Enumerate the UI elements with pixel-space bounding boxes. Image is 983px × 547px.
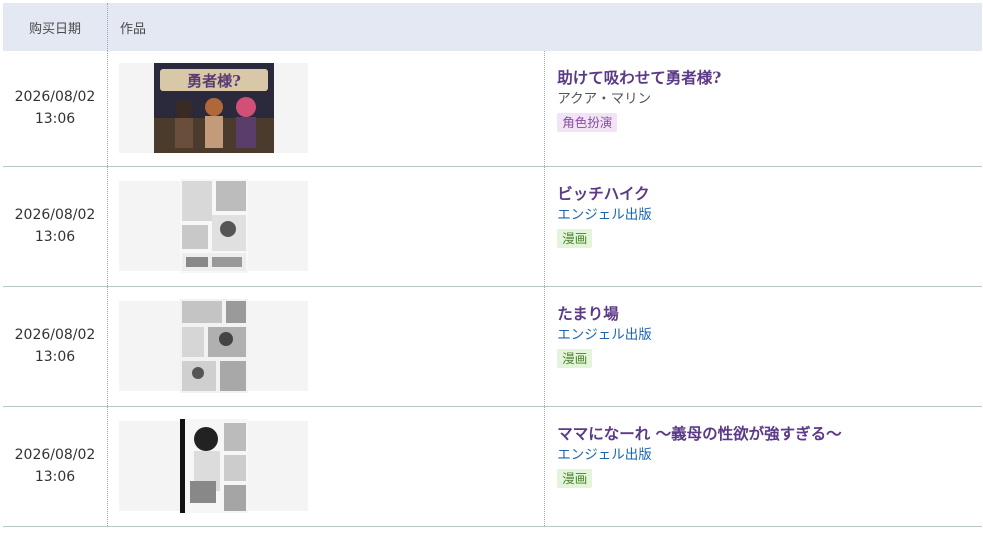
- genre-tag: 漫画: [557, 468, 593, 488]
- work-title-link[interactable]: たまり場: [557, 303, 982, 325]
- purchase-time: 13:06: [34, 111, 76, 128]
- purchase-date: 2026/08/02: [14, 447, 96, 463]
- work-info: 助けて吸わせて勇者様? アクア・マリン 角色扮演: [545, 51, 982, 166]
- table-header: 购买日期 作品: [3, 3, 982, 51]
- work-title-link[interactable]: 助けて吸わせて勇者様?: [557, 67, 982, 89]
- maker-name: アクア・マリン: [557, 91, 652, 107]
- manga-cover-icon[interactable]: [179, 299, 248, 393]
- thumbnail-cell: [107, 286, 546, 406]
- svg-text:勇者様?: 勇者様?: [187, 72, 241, 90]
- header-work: 作品: [107, 3, 982, 51]
- thumbnail[interactable]: 勇者様?: [119, 63, 308, 154]
- thumbnail[interactable]: [119, 299, 308, 393]
- purchase-date: 2026/08/02: [14, 89, 96, 106]
- work-info: ママになーれ ～義母の性欲が強すぎる～ エンジェル出版 漫画: [545, 406, 982, 526]
- thumbnail[interactable]: [119, 179, 308, 273]
- purchase-datetime: 2026/08/02 13:06: [3, 406, 108, 526]
- work-title-link[interactable]: ビッチハイク: [557, 183, 982, 205]
- purchase-datetime: 2026/08/02 13:06: [3, 286, 108, 406]
- genre-tag: 角色扮演: [557, 113, 618, 132]
- table-row: 2026/08/02 13:06: [3, 406, 982, 526]
- purchase-date: 2026/08/02: [14, 207, 96, 223]
- work-info: たまり場 エンジェル出版 漫画: [545, 286, 982, 406]
- purchase-history: 购买日期 作品 2026/08/02 13:06 勇者様? 助けて吸わせて勇者様…: [0, 0, 983, 547]
- purchase-time: 13:06: [34, 469, 76, 485]
- table-row: 2026/08/02 13:06 勇者様? 助けて吸わせて勇者様? アクア・マリ…: [3, 51, 982, 166]
- maker-link[interactable]: エンジェル出版: [557, 205, 982, 225]
- work-title-link[interactable]: ママになーれ ～義母の性欲が強すぎる～: [557, 423, 982, 445]
- table-row: 2026/08/02 13:06: [3, 166, 982, 286]
- purchase-time: 13:06: [34, 349, 76, 365]
- purchase-time: 13:06: [34, 229, 76, 245]
- work-info: ビッチハイク エンジェル出版 漫画: [545, 166, 982, 286]
- genre-tag: 漫画: [557, 348, 593, 368]
- header-purchase-date: 购买日期: [3, 3, 108, 51]
- thumbnail-cell: 勇者様?: [107, 51, 546, 166]
- maker-link[interactable]: エンジェル出版: [557, 445, 982, 465]
- manga-cover-icon[interactable]: [179, 179, 248, 273]
- purchase-datetime: 2026/08/02 13:06: [3, 166, 108, 286]
- purchase-datetime: 2026/08/02 13:06: [3, 51, 108, 166]
- maker-link[interactable]: エンジェル出版: [557, 325, 982, 345]
- thumbnail-cell: [107, 406, 546, 526]
- purchase-date: 2026/08/02: [14, 327, 96, 343]
- purchase-table: 购买日期 作品 2026/08/02 13:06 勇者様? 助けて吸わせて勇者様…: [3, 3, 982, 527]
- thumbnail-cell: [107, 166, 546, 286]
- game-cover-icon[interactable]: 勇者様?: [153, 63, 274, 154]
- manga-cover-icon[interactable]: [179, 419, 248, 513]
- table-row: 2026/08/02 13:06: [3, 286, 982, 406]
- thumbnail[interactable]: [119, 419, 308, 513]
- genre-tag: 漫画: [557, 228, 593, 248]
